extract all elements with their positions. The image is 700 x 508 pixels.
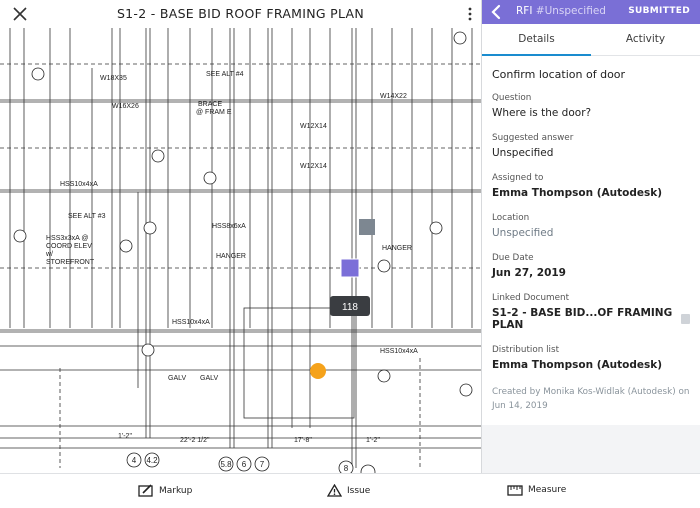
note-label: w/ [45, 251, 53, 258]
beam-label: HANGER [382, 245, 412, 252]
question-value: Where is the door? [492, 107, 592, 119]
note-label: SEE ALT #4 [206, 71, 244, 78]
beam-label: W16X26 [112, 103, 139, 110]
linked-document-row[interactable]: S1-2 - BASE BID...OF FRAMING PLAN [492, 307, 690, 331]
panel-tabs: Details Activity [482, 24, 700, 56]
grid-label: 7 [260, 460, 265, 469]
document-header: S1-2 - BASE BID ROOF FRAMING PLAN [0, 0, 481, 28]
suggested-answer-label: Suggested answer [492, 133, 574, 143]
linked-document-value: S1-2 - BASE BID...OF FRAMING PLAN [492, 307, 673, 331]
rfi-pin[interactable] [340, 258, 360, 278]
status-badge: SUBMITTED [628, 6, 690, 16]
beam-label: HSS10x4xA [60, 181, 98, 188]
markup-label: Markup [159, 485, 193, 496]
back-arrow-icon[interactable] [488, 3, 504, 21]
beam-label: HSS8x6xA [212, 223, 246, 230]
tab-details[interactable]: Details [482, 24, 591, 56]
beam-label: GALV [168, 375, 186, 382]
beam-label: HANGER [216, 253, 246, 260]
assigned-to-label: Assigned to [492, 173, 544, 183]
more-options-icon[interactable] [467, 6, 473, 22]
warning-icon [327, 484, 342, 497]
beam-label: W14X22 [380, 93, 407, 100]
beam-label: GALV [200, 375, 218, 382]
distribution-list-label: Distribution list [492, 345, 560, 355]
location-label: Location [492, 213, 530, 223]
rfi-subject: Confirm location of door [492, 68, 626, 81]
dimension-label: 1'-2" [366, 437, 380, 444]
note-label: BRACE [198, 101, 222, 108]
measure-label: Measure [528, 485, 567, 495]
grid-label: 6 [242, 460, 247, 469]
drawing-canvas[interactable]: W18X35 W16X26 W12X14 W12X14 W14X22 HSS10… [0, 28, 481, 473]
roof-framing-plan: W18X35 W16X26 W12X14 W12X14 W14X22 HSS10… [0, 28, 481, 473]
location-value[interactable]: Unspecified [492, 227, 690, 239]
note-label: SEE ALT #3 [68, 213, 106, 220]
issue-pin[interactable] [310, 363, 326, 379]
beam-label: W12X14 [300, 123, 327, 130]
rfi-title: RFI #Unspecified [516, 5, 606, 17]
linked-document-label: Linked Document [492, 293, 570, 303]
markup-icon [138, 484, 153, 497]
created-by-text: Created by Monika Kos-Widlak (Autodesk) … [492, 387, 690, 411]
rfi-panel: RFI #Unspecified SUBMITTED Details Activ… [481, 0, 700, 473]
distribution-list-value[interactable]: Emma Thompson (Autodesk) [492, 359, 690, 371]
beam-label: HSS10x4xA [172, 319, 210, 326]
issue-button[interactable]: Issue [327, 484, 370, 497]
ruler-icon [507, 485, 523, 496]
tab-activity[interactable]: Activity [591, 24, 700, 55]
dimension-label: 17'-8" [294, 437, 312, 444]
grid-label: 5.8 [220, 460, 232, 469]
beam-label: W12X14 [300, 163, 327, 170]
note-label: HSS3x3xA @ [46, 235, 89, 242]
due-date-value[interactable]: Jun 27, 2019 [492, 267, 690, 279]
grid-label: 4.2 [146, 456, 158, 465]
rfi-id: #Unspecified [535, 5, 606, 17]
markup-button[interactable]: Markup [138, 484, 192, 497]
rfi-label: RFI [516, 5, 533, 17]
details-content: Confirm location of door Question Where … [482, 56, 700, 425]
document-icon [681, 314, 690, 324]
note-label: STOREFRONT [46, 259, 95, 266]
document-title: S1-2 - BASE BID ROOF FRAMING PLAN [116, 6, 365, 21]
measure-button[interactable]: Measure [507, 484, 566, 496]
beam-label: HSS10x4xA [380, 348, 418, 355]
issue-label: Issue [347, 485, 371, 496]
suggested-answer-value: Unspecified [492, 147, 554, 159]
note-label: COORD ELEV [46, 243, 92, 250]
pin-count-label: 118 [342, 302, 358, 313]
grid-label: 4 [132, 456, 137, 465]
gray-markup-pin[interactable] [359, 219, 375, 235]
dimension-label: 1'-2" [118, 433, 132, 440]
question-label: Question [492, 93, 532, 103]
beam-label: W18X35 [100, 75, 127, 82]
rfi-panel-header: RFI #Unspecified SUBMITTED [482, 0, 700, 24]
due-date-label: Due Date [492, 253, 534, 263]
note-label: @ FRAM E [196, 109, 232, 116]
assigned-to-value[interactable]: Emma Thompson (Autodesk) [492, 187, 690, 199]
dimension-label: 22'-2 1/2" [180, 437, 210, 444]
grid-label: 8 [344, 464, 349, 473]
bottom-toolbar: Markup Issue Measure [0, 473, 700, 508]
